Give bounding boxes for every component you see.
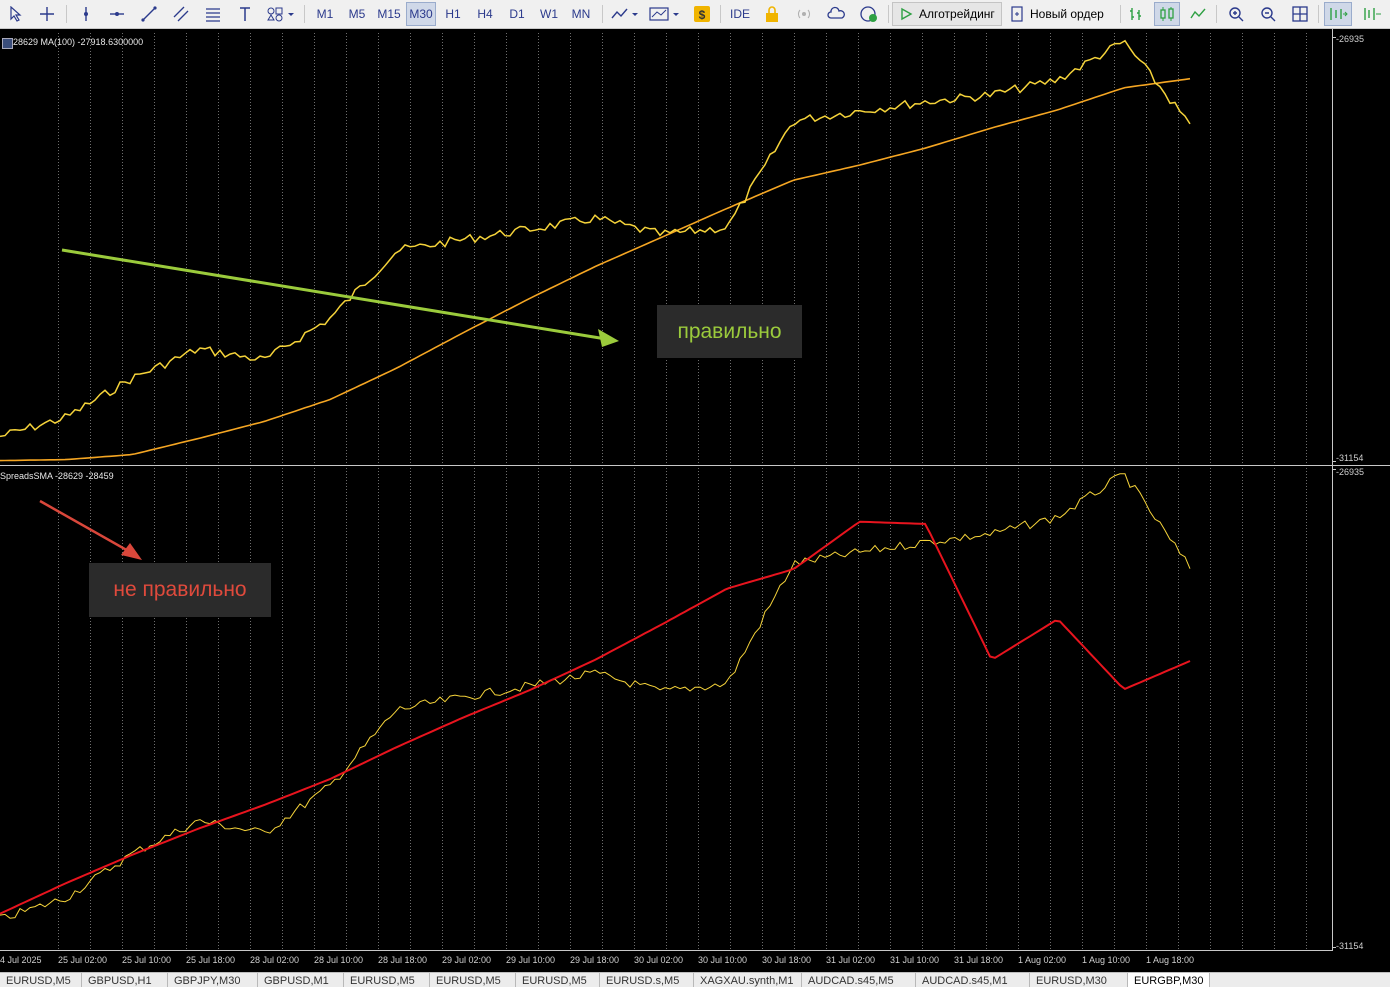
shapes-dropdown-icon[interactable] (264, 2, 298, 26)
time-label: 25 Jul 02:00 (58, 955, 108, 965)
wrong-annotation: не правильно (89, 563, 271, 617)
price-label-sub-bottom: -31154 (1336, 941, 1364, 951)
symbol-tab[interactable]: EURUSD,M5 (516, 973, 600, 987)
tf-h1-button[interactable]: H1 (438, 2, 468, 26)
time-label: 30 Jul 18:00 (762, 955, 812, 965)
price-label-sub-top: -26935 (1336, 467, 1365, 477)
symbol-tab[interactable]: EURGBP,M30 (1128, 973, 1210, 987)
time-label: 30 Jul 02:00 (634, 955, 684, 965)
time-label: 31 Jul 18:00 (954, 955, 1004, 965)
symbol-tab[interactable]: GBPJPY,M30 (168, 973, 258, 987)
sub-info-text: SpreadsSMA -28629 -28459 (0, 471, 114, 481)
wrong-arrow-shaft (39, 499, 131, 554)
time-label: 31 Jul 10:00 (890, 955, 940, 965)
symbol-tab[interactable]: EURUSD.s,M5 (600, 973, 694, 987)
algotrading-button[interactable]: Алготрейдинг (892, 2, 1002, 26)
symbol-tabs-bar: EURUSD,M5 GBPUSD,H1 GBPJPY,M30 GBPUSD,M1 EUR… (0, 972, 1390, 987)
time-label: 29 Jul 18:00 (570, 955, 620, 965)
main-info-text: 28629 MA(100) -27918.6300000 (13, 37, 144, 47)
vertical-line-icon[interactable] (76, 2, 96, 26)
cloud-icon[interactable] (824, 2, 848, 26)
ide-button[interactable]: IDE (726, 2, 754, 26)
symbol-tab[interactable]: EURUSD,M5 (430, 973, 516, 987)
price-label-main-top: -26935 (1336, 34, 1365, 44)
sub-price-line (0, 473, 1191, 919)
correct-annotation: правильно (657, 305, 802, 358)
new-order-button[interactable]: Новый ордер (1006, 2, 1116, 26)
new-order-label: Новый ордер (1030, 7, 1104, 21)
bar-chart-icon[interactable] (1124, 2, 1148, 26)
tf-h4-button[interactable]: H4 (470, 2, 500, 26)
channel-icon[interactable] (170, 2, 192, 26)
crosshair-icon[interactable] (36, 2, 58, 26)
time-label: 25 Jul 10:00 (122, 955, 172, 965)
time-label: 28 Jul 10:00 (314, 955, 364, 965)
time-label: 31 Jul 02:00 (826, 955, 876, 965)
price-label-main-bottom: -31154 (1336, 453, 1364, 463)
wrong-arrow-head (121, 543, 142, 560)
text-tool-icon[interactable] (234, 2, 256, 26)
price-line (0, 39, 1191, 438)
chart-type-icon[interactable] (608, 2, 642, 26)
zoom-in-icon[interactable] (1224, 2, 1248, 26)
horizontal-line-icon[interactable] (106, 2, 128, 26)
chart-shift-icon[interactable] (1358, 2, 1386, 26)
line-chart-icon[interactable] (1186, 2, 1210, 26)
tf-m15-button[interactable]: M15 (374, 2, 404, 26)
correct-arrow-shaft (61, 248, 607, 341)
tf-mn-button[interactable]: MN (566, 2, 596, 26)
time-label: 28 Jul 02:00 (250, 955, 300, 965)
chart-area[interactable]: 28629 MA(100) -27918.6300000 SpreadsSMA … (0, 29, 1390, 973)
dollar-icon[interactable]: $ (690, 2, 714, 26)
indicators-icon[interactable] (646, 2, 684, 26)
play-icon (901, 7, 913, 21)
trend-line-icon[interactable] (138, 2, 160, 26)
fibonacci-icon[interactable] (202, 2, 224, 26)
correct-arrow-head (598, 329, 619, 347)
time-label: 4 Jul 2025 (0, 955, 42, 965)
tf-m5-button[interactable]: M5 (342, 2, 372, 26)
time-label: 28 Jul 18:00 (378, 955, 428, 965)
time-label: 29 Jul 02:00 (442, 955, 492, 965)
symbol-tab[interactable]: EURUSD,M5 (0, 973, 82, 987)
symbol-tab[interactable]: AUDCAD.s45,M5 (802, 973, 916, 987)
toolbar: M1 M5 M15 M30 H1 H4 D1 W1 MN $ IDE Алгот… (0, 0, 1390, 29)
tf-d1-button[interactable]: D1 (502, 2, 532, 26)
time-label: 30 Jul 10:00 (698, 955, 748, 965)
time-label: 1 Aug 10:00 (1082, 955, 1131, 965)
svg-text:$: $ (699, 8, 706, 22)
symbol-tab[interactable]: XAGXAU.synth,M1 (694, 973, 802, 987)
symbol-tab[interactable]: GBPUSD,H1 (82, 973, 168, 987)
time-label: 29 Jul 10:00 (506, 955, 556, 965)
symbol-tab[interactable]: GBPUSD,M1 (258, 973, 344, 987)
time-label: 1 Aug 18:00 (1146, 955, 1195, 965)
zoom-out-icon[interactable] (1256, 2, 1280, 26)
symbol-tab[interactable]: EURUSD,M5 (344, 973, 430, 987)
tile-windows-icon[interactable] (1288, 2, 1312, 26)
algotrading-label: Алготрейдинг (919, 7, 995, 21)
lock-icon[interactable] (760, 2, 784, 26)
symbol-tab[interactable]: EURUSD,M30 (1030, 973, 1128, 987)
time-label: 1 Aug 02:00 (1018, 955, 1067, 965)
candlestick-icon[interactable] (1154, 2, 1180, 26)
autoscroll-icon[interactable] (1324, 2, 1352, 26)
tf-m1-button[interactable]: M1 (310, 2, 340, 26)
vps-icon[interactable] (856, 2, 882, 26)
cursor-icon[interactable] (4, 2, 26, 26)
tf-w1-button[interactable]: W1 (534, 2, 564, 26)
new-order-icon (1011, 6, 1023, 22)
signal-icon[interactable] (792, 2, 816, 26)
chart-canvas[interactable] (0, 29, 1390, 973)
symbol-tab[interactable]: AUDCAD.s45,M1 (916, 973, 1030, 987)
time-label: 25 Jul 18:00 (186, 955, 236, 965)
symbol-flag-icon (2, 38, 13, 49)
tf-m30-button[interactable]: M30 (406, 2, 436, 26)
